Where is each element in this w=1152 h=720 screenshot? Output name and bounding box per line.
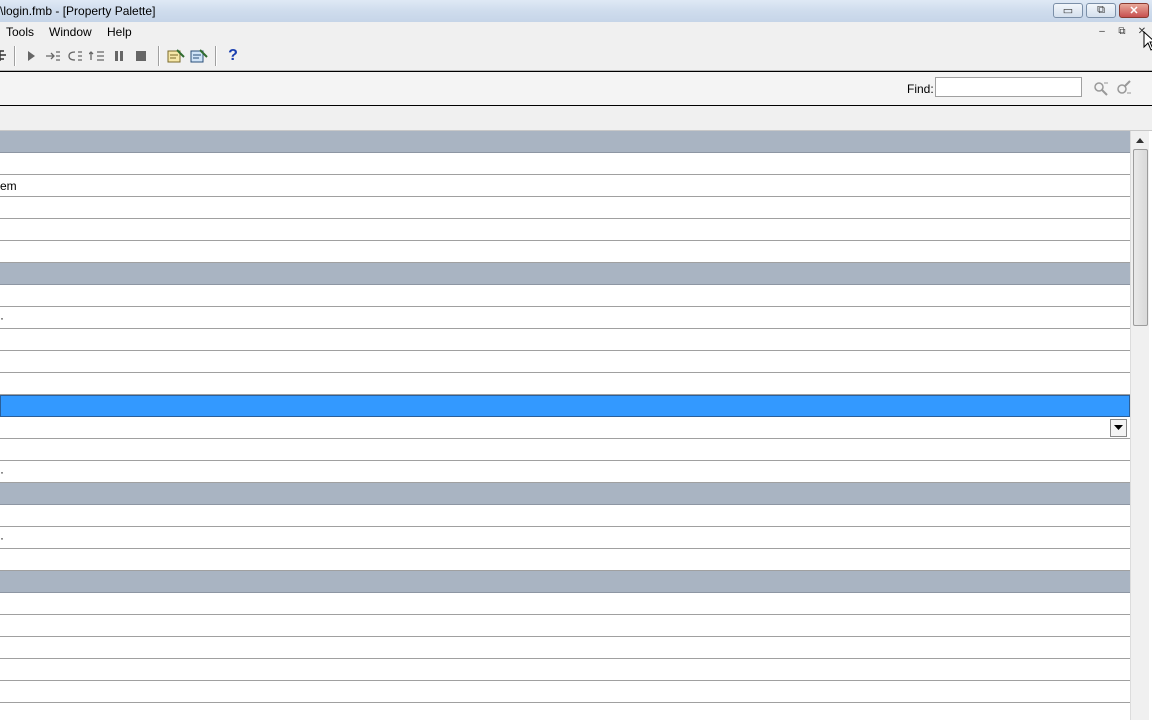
property-row-text: em: [0, 179, 17, 193]
property-row[interactable]: [0, 417, 1130, 439]
run-icon[interactable]: [22, 47, 40, 65]
property-row-text: ·: [0, 311, 4, 325]
toolbar-separator: [14, 46, 16, 66]
selected-property-row[interactable]: [0, 395, 1130, 417]
property-row[interactable]: ·: [0, 527, 1130, 549]
find-label: Find:: [907, 82, 934, 96]
menu-bar: Tools Window Help – ⧉ ✕: [0, 22, 1152, 42]
help-icon[interactable]: ?: [224, 47, 242, 65]
find-input[interactable]: [935, 77, 1082, 97]
step-out-icon[interactable]: [88, 47, 106, 65]
property-row[interactable]: ·: [0, 461, 1130, 483]
restore-icon: ⧉: [1097, 4, 1105, 16]
menu-tools[interactable]: Tools: [6, 25, 34, 39]
property-row[interactable]: [0, 681, 1130, 703]
property-row[interactable]: [0, 549, 1130, 571]
property-row[interactable]: [0, 505, 1130, 527]
step-over-icon[interactable]: [66, 47, 84, 65]
property-row[interactable]: [0, 197, 1130, 219]
mdi-minimize-button[interactable]: –: [1095, 26, 1109, 38]
scroll-thumb[interactable]: [1133, 149, 1148, 326]
property-row[interactable]: [0, 219, 1130, 241]
property-row-text: ·: [0, 465, 4, 479]
property-row[interactable]: [0, 439, 1130, 461]
find-bar: Find:: [0, 71, 1152, 107]
property-row[interactable]: [0, 593, 1130, 615]
stop-icon[interactable]: [132, 47, 150, 65]
property-row[interactable]: [0, 153, 1130, 175]
scroll-up-button[interactable]: [1131, 131, 1149, 149]
close-icon: ✕: [1129, 5, 1139, 17]
toolbar: ?: [0, 42, 1152, 71]
property-row[interactable]: [0, 659, 1130, 681]
vertical-scrollbar[interactable]: [1130, 131, 1149, 720]
debug-icon[interactable]: [190, 47, 208, 65]
property-dropdown-button[interactable]: [1110, 419, 1127, 437]
find-next-icon[interactable]: [1115, 80, 1133, 96]
minimize-icon: ▭: [1062, 5, 1074, 17]
property-row[interactable]: ·: [0, 307, 1130, 329]
property-row-text: ·: [0, 531, 4, 545]
property-row[interactable]: [0, 373, 1130, 395]
pause-icon[interactable]: [110, 47, 128, 65]
property-group-header[interactable]: [0, 263, 1130, 285]
property-row[interactable]: [0, 329, 1130, 351]
property-row[interactable]: [0, 285, 1130, 307]
menu-help[interactable]: Help: [107, 25, 132, 39]
property-row[interactable]: [0, 241, 1130, 263]
property-group-header[interactable]: [0, 131, 1130, 153]
property-group-header[interactable]: [0, 571, 1130, 593]
mouse-cursor-icon: [1143, 31, 1152, 51]
title-bar: \login.fmb - [Property Palette] ▭ ⧉ ✕: [0, 0, 1152, 23]
restore-button[interactable]: ⧉: [1086, 3, 1116, 18]
property-row[interactable]: [0, 615, 1130, 637]
palette-toolbar-strip: [0, 106, 1152, 131]
property-row[interactable]: [0, 637, 1130, 659]
chevron-down-icon: [1114, 425, 1123, 430]
tree-icon[interactable]: [0, 47, 12, 65]
mdi-restore-button[interactable]: ⧉: [1115, 26, 1129, 38]
property-row[interactable]: em: [0, 175, 1130, 197]
close-button[interactable]: ✕: [1119, 3, 1149, 18]
find-previous-icon[interactable]: [1092, 80, 1110, 96]
step-into-icon[interactable]: [44, 47, 62, 65]
menu-window[interactable]: Window: [49, 25, 92, 39]
minimize-button[interactable]: ▭: [1053, 3, 1083, 18]
property-group-header[interactable]: [0, 483, 1130, 505]
toolbar-separator: [215, 46, 217, 66]
property-row[interactable]: [0, 351, 1130, 373]
compile-icon[interactable]: [167, 47, 185, 65]
window-title: \login.fmb - [Property Palette]: [0, 4, 156, 18]
chevron-up-icon: [1136, 137, 1144, 143]
toolbar-separator: [158, 46, 160, 66]
property-grid: em · · ·: [0, 131, 1130, 720]
